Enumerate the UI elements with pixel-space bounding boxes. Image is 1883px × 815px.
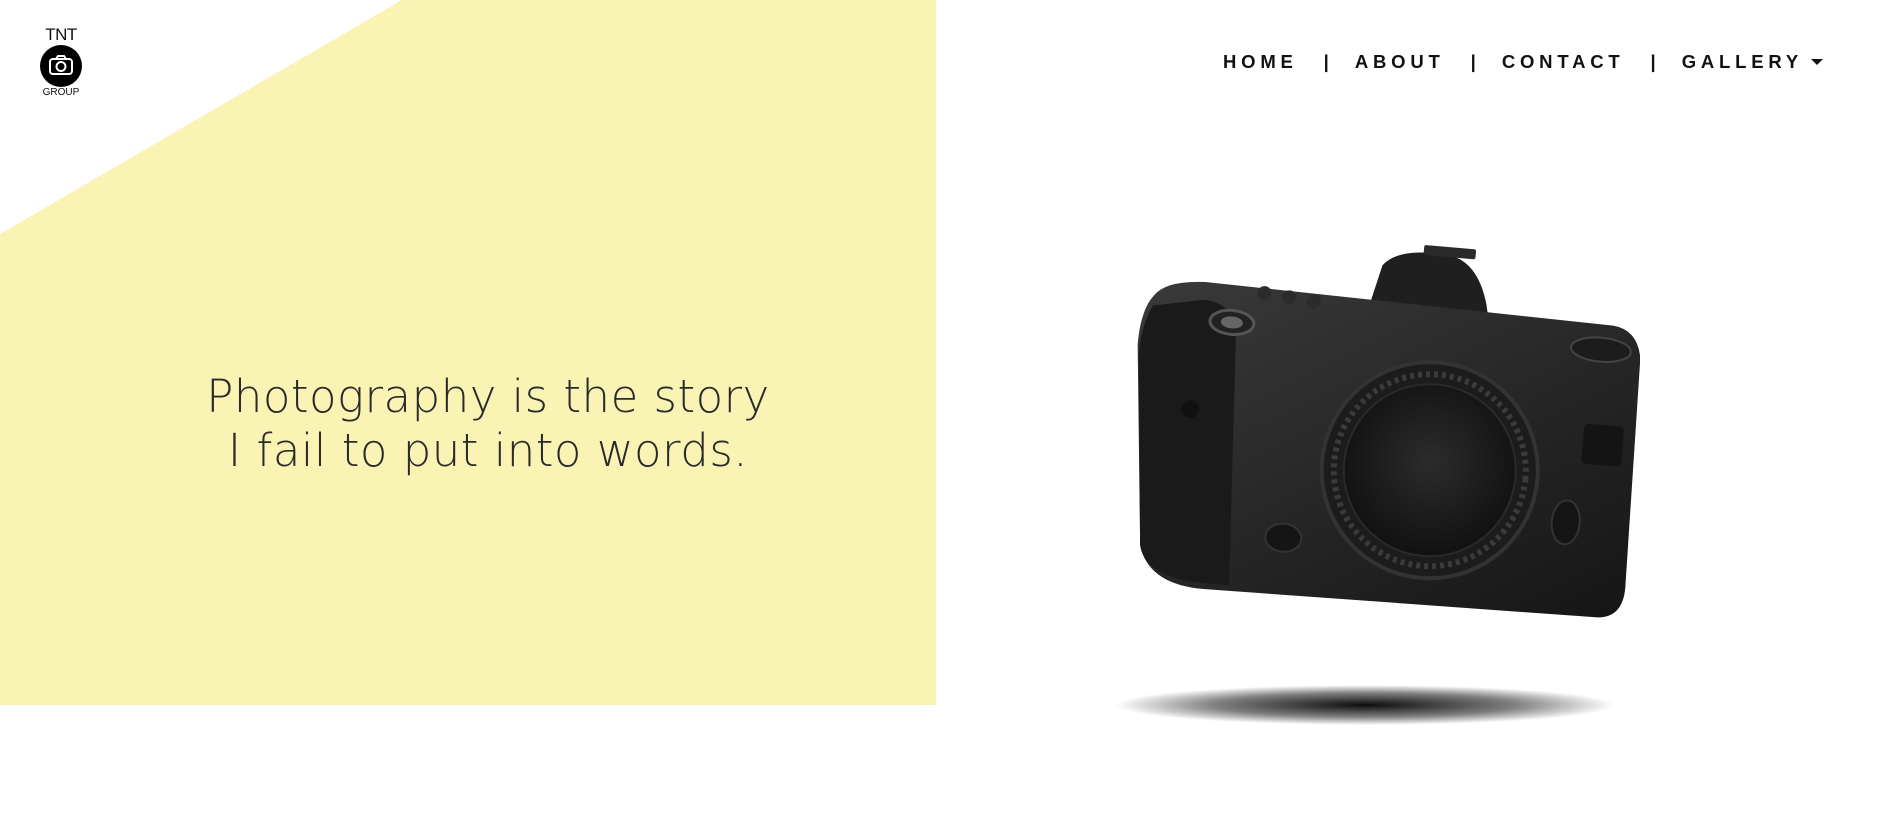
main-nav: HOME | ABOUT | CONTACT | GALLERY (1223, 48, 1823, 76)
brand-bottom-text: GROUP (42, 87, 80, 98)
dslr-camera-image (1115, 245, 1640, 725)
nav-contact[interactable]: CONTACT (1502, 51, 1625, 73)
brand-top-text: TNT (45, 25, 77, 44)
nav-about[interactable]: ABOUT (1355, 51, 1445, 73)
nav-separator: | (1470, 51, 1476, 72)
nav-gallery-dropdown[interactable]: GALLERY (1682, 51, 1823, 73)
chevron-down-icon (1811, 59, 1823, 65)
hero-tagline: Photography is the story I fail to put i… (188, 370, 788, 478)
nav-home[interactable]: HOME (1223, 51, 1298, 73)
page: TNT GROUP HOME | ABOUT | CONTACT | GALLE… (0, 0, 1883, 815)
camera-icon (40, 45, 82, 87)
nav-separator: | (1650, 51, 1656, 72)
nav-gallery-label: GALLERY (1681, 51, 1803, 72)
hero-tagline-line-1: Photography is the story (206, 370, 770, 423)
brand-logo[interactable]: TNT GROUP (38, 26, 84, 99)
hero-background-shape (0, 0, 936, 705)
nav-separator: | (1323, 51, 1329, 72)
hero-tagline-line-2: I fail to put into words. (227, 424, 749, 477)
